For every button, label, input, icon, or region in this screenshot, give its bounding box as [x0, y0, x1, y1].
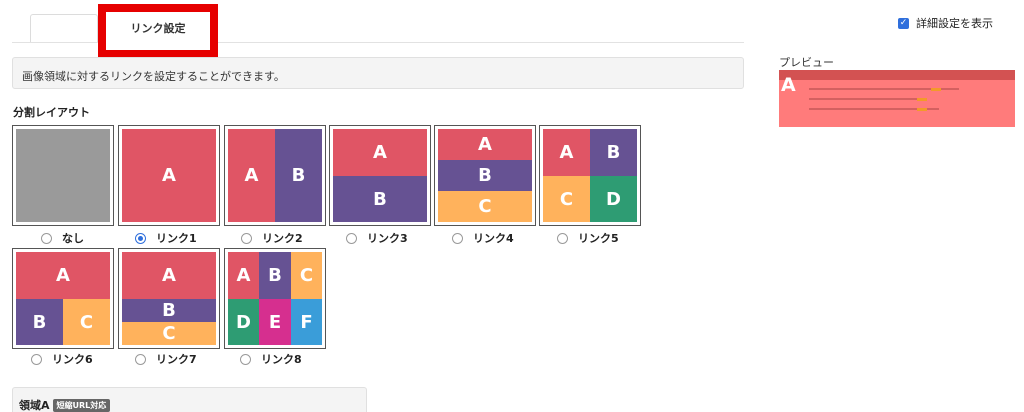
split-layout-title: 分割レイアウト [13, 106, 90, 119]
layout-cell-b: B [333, 176, 427, 222]
layout-cell-d: D [228, 299, 259, 345]
layout-option-label: リンク3 [367, 232, 408, 245]
layout-cell-b: B [122, 299, 216, 322]
short-url-badge: 短縮URL対応 [52, 398, 111, 412]
preview-line [809, 98, 919, 100]
layout-card-link5[interactable]: A B C D [539, 125, 641, 226]
layout-cell-a: A [543, 129, 590, 176]
layout-radio-link5[interactable] [557, 232, 568, 244]
tab-blank[interactable] [30, 14, 98, 42]
layout-cell-f: F [291, 299, 322, 345]
layout-option-label: リンク1 [156, 232, 197, 245]
layout-option-link7[interactable]: リンク7 [135, 351, 197, 367]
preview-image: A [779, 70, 1015, 127]
layout-cell-b: B [16, 299, 63, 345]
layout-cell-a: A [438, 129, 532, 160]
advanced-settings-checkbox[interactable]: ✓ [898, 17, 909, 29]
layout-option-link5[interactable]: リンク5 [557, 230, 619, 246]
layout-radio-link7[interactable] [135, 353, 146, 365]
layout-cell-a: A [16, 252, 110, 299]
preview-region-letter: A [781, 74, 796, 96]
preview-mark [917, 98, 927, 101]
preview-label: プレビュー [779, 56, 834, 69]
layout-option-link2[interactable]: リンク2 [241, 230, 303, 246]
layout-card-link6[interactable]: A B C [12, 248, 114, 349]
layout-radio-none[interactable] [41, 232, 52, 244]
layout-cell-b: B [590, 129, 637, 176]
layout-option-link6[interactable]: リンク6 [31, 351, 93, 367]
layout-option-label: リンク4 [473, 232, 514, 245]
layout-card-none[interactable] [12, 125, 114, 226]
layout-radio-link2[interactable] [241, 232, 252, 244]
layout-cell-c: C [63, 299, 110, 345]
layout-option-label: リンク7 [156, 353, 197, 366]
layout-option-label: リンク6 [52, 353, 93, 366]
preview-mark [931, 88, 941, 91]
layout-cell-c: C [122, 322, 216, 345]
layout-cell-a: A [333, 129, 427, 176]
layout-option-none[interactable]: なし [41, 230, 84, 246]
layout-option-label: なし [62, 232, 84, 245]
info-text: 画像領域に対するリンクを設定することができます。 [22, 70, 285, 83]
layout-radio-link6[interactable] [31, 353, 42, 365]
layout-cell-a: A [228, 252, 259, 299]
layout-card-link2[interactable]: A B [224, 125, 326, 226]
layout-radio-link3[interactable] [346, 232, 357, 244]
tab-link-settings-label: リンク設定 [130, 22, 186, 35]
advanced-settings-label: 詳細設定を表示 [916, 17, 993, 30]
layout-option-label: リンク8 [261, 353, 302, 366]
layout-option-label: リンク5 [578, 232, 619, 245]
layout-cell-d: D [590, 176, 637, 222]
layout-radio-link8[interactable] [240, 353, 251, 365]
layout-card-link7[interactable]: A B C [118, 248, 220, 349]
layout-option-link4[interactable]: リンク4 [452, 230, 514, 246]
layout-cell-b: B [275, 129, 322, 222]
layout-radio-link1[interactable] [135, 232, 146, 244]
layout-card-link3[interactable]: A B [329, 125, 431, 226]
info-box: 画像領域に対するリンクを設定することができます。 [12, 57, 744, 89]
layout-cell-a: A [228, 129, 275, 222]
layout-option-link8[interactable]: リンク8 [240, 351, 302, 367]
preview-mark [917, 108, 927, 111]
layout-cell-a: A [122, 129, 216, 222]
layout-cell-empty [16, 129, 110, 222]
region-a-panel: 領域A 短縮URL対応 [12, 387, 367, 412]
layout-card-link4[interactable]: A B C [434, 125, 536, 226]
preview-header-bar [779, 70, 1015, 80]
layout-option-link3[interactable]: リンク3 [346, 230, 408, 246]
layout-radio-link4[interactable] [452, 232, 463, 244]
layout-cell-b: B [438, 160, 532, 191]
layout-cell-c: C [438, 191, 532, 222]
tab-link-settings[interactable]: リンク設定 [98, 4, 218, 58]
layout-cell-a: A [122, 252, 216, 299]
advanced-settings-toggle[interactable]: ✓ 詳細設定を表示 [898, 15, 993, 31]
layout-option-link1[interactable]: リンク1 [135, 230, 197, 246]
layout-cell-b: B [259, 252, 291, 299]
layout-card-link8[interactable]: A B C D E F [224, 248, 326, 349]
layout-cell-e: E [259, 299, 291, 345]
layout-cell-c: C [543, 176, 590, 222]
layout-card-link1[interactable]: A [118, 125, 220, 226]
region-a-label: 領域A [19, 399, 50, 412]
layout-cell-c: C [291, 252, 322, 299]
layout-option-label: リンク2 [262, 232, 303, 245]
